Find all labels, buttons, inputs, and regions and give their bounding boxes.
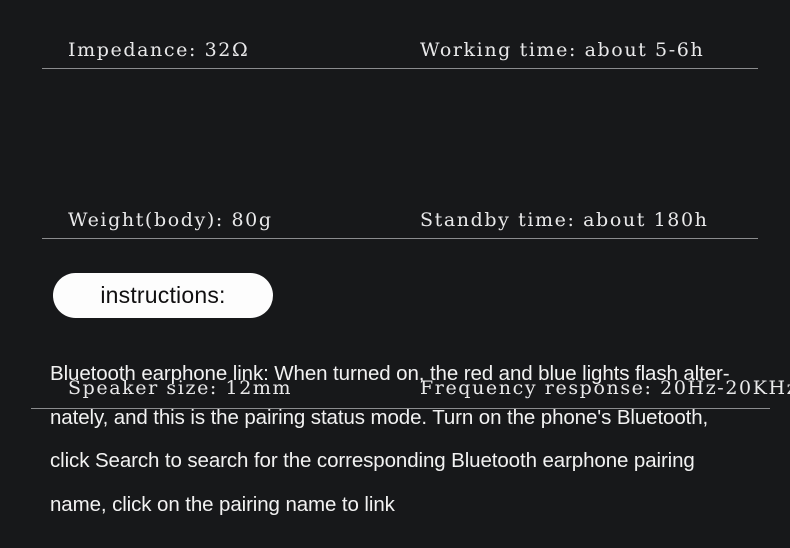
instructions-body-line: name, click on the pairing name to link <box>50 492 395 516</box>
spec-divider <box>42 68 758 69</box>
instructions-body: Bluetooth earphone link: When turned on,… <box>50 352 776 526</box>
spec-row: Speaker size: 12mm Frequency response: 2… <box>0 170 790 409</box>
instructions-body-line: click Search to search for the correspon… <box>50 449 695 472</box>
spec-working-time: Working time: about 5-6h <box>420 38 705 61</box>
instructions-badge-label: instructions: <box>100 282 226 308</box>
spec-row: Impedance: 32Ω Working time: about 5-6h <box>0 0 790 85</box>
spec-row: Weight(body): 80g Standby time: about 18… <box>0 85 790 239</box>
product-spec-panel: Impedance: 32Ω Working time: about 5-6h … <box>0 0 790 548</box>
spec-row-content: Impedance: 32Ω Working time: about 5-6h <box>0 16 790 84</box>
spec-impedance: Impedance: 32Ω <box>68 38 250 61</box>
instructions-body-line: Bluetooth earphone link: When turned on,… <box>50 362 730 385</box>
instructions-badge: instructions: <box>53 273 273 318</box>
specifications-table: Impedance: 32Ω Working time: about 5-6h … <box>0 0 790 409</box>
instructions-body-line: nately, and this is the pairing status m… <box>50 405 709 429</box>
